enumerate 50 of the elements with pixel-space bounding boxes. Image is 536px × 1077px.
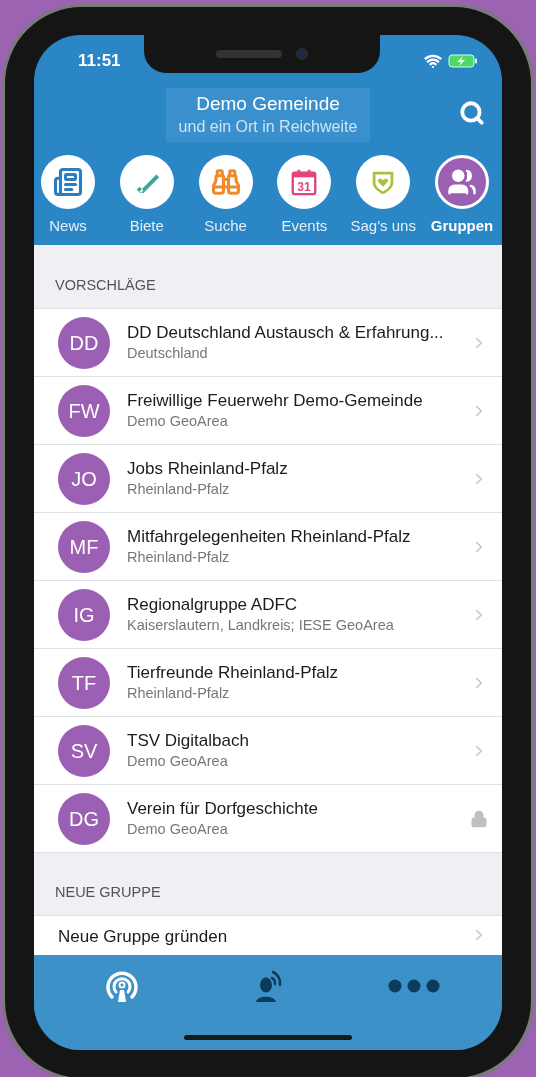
wifi-icon [424, 52, 442, 70]
group-name: Tierfreunde Rheinland-Pfalz [127, 662, 340, 684]
group-name: Freiwillige Feuerwehr Demo-Gemeinde [127, 390, 424, 412]
category-tab[interactable]: Gruppen [424, 155, 500, 238]
group-icon [447, 167, 477, 197]
status-time: 11:51 [78, 50, 121, 73]
group-location: Demo GeoArea [127, 412, 229, 431]
avatar: DD [58, 316, 110, 369]
group-row[interactable]: DG Verein für Dorfgeschichte Demo GeoArea [34, 785, 502, 853]
group-row[interactable]: MF Mitfahrgelegenheiten Rheinland-Pfalz Rheinland-Pfalz [34, 513, 502, 581]
group-name: TSV Digitalbach [127, 730, 250, 752]
group-location: Deutschland [127, 344, 209, 363]
speaker-grille [216, 50, 282, 58]
community-title: Demo Gemeinde [196, 92, 340, 116]
group-name: Verein für Dorfgeschichte [127, 798, 319, 820]
section-header: VORSCHLÄGE [55, 276, 156, 296]
camera-lens [296, 48, 308, 60]
avatar: SV [58, 724, 110, 777]
avatar: MF [58, 520, 110, 573]
more-icon [388, 979, 440, 993]
community-subtitle: und ein Ort in Reichweite [178, 117, 358, 137]
category-tab[interactable]: 31 Events [266, 155, 343, 238]
group-row[interactable]: FW Freiwillige Feuerwehr Demo-Gemeinde Demo GeoArea [34, 377, 502, 445]
group-name: Neue Gruppe gründen [58, 926, 229, 948]
group-row[interactable]: IG Regionalgruppe ADFC Kaiserslautern, Landkreis; IESE GeoArea [34, 581, 502, 649]
group-row[interactable]: Neue Gruppe gründen [34, 916, 502, 955]
avatar: TF [58, 656, 110, 709]
binoculars-icon [210, 167, 241, 197]
group-row[interactable]: JO Jobs Rheinland-Pfalz Rheinland-Pfalz [34, 445, 502, 513]
group-name: DD Deutschland Austausch & Erfahrung... [127, 322, 445, 344]
section-header: NEUE GRUPPE [55, 883, 161, 903]
group-row[interactable]: TF Tierfreunde Rheinland-Pfalz Rheinland-Pfalz [34, 649, 502, 717]
group-location: Kaiserslautern, Landkreis; IESE GeoArea [127, 616, 395, 635]
group-name: Mitfahrgelegenheiten Rheinland-Pfalz [127, 526, 412, 548]
group-row[interactable]: DD DD Deutschland Austausch & Erfahrung... Deutschland [34, 309, 502, 377]
group-location: Demo GeoArea [127, 752, 229, 771]
group-location: Rheinland-Pfalz [127, 480, 231, 499]
group-row[interactable]: SV TSV Digitalbach Demo GeoArea [34, 717, 502, 785]
avatar: IG [58, 588, 110, 641]
group-name: Jobs Rheinland-Pfalz [127, 458, 289, 480]
avatar: JO [58, 452, 110, 505]
avatar: DG [58, 792, 110, 845]
search-button[interactable] [458, 99, 486, 127]
group-location: Rheinland-Pfalz [127, 548, 231, 567]
battery-icon [448, 54, 478, 68]
group-name: Regionalgruppe ADFC [127, 594, 299, 616]
group-location: Rheinland-Pfalz [127, 684, 231, 703]
newspaper-icon [53, 167, 83, 197]
avatar: FW [58, 384, 110, 437]
group-location: Demo GeoArea [127, 820, 229, 839]
